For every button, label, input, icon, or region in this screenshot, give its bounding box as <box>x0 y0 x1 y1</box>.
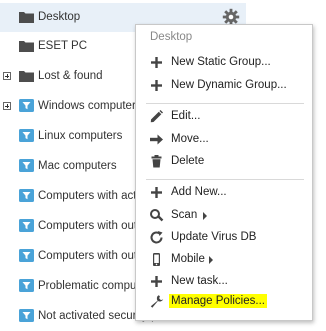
dynamic-group-filter-icon <box>19 309 34 322</box>
dynamic-group-filter-icon <box>19 219 34 232</box>
folder-icon <box>19 71 34 82</box>
menu-item-label: Mobile <box>171 253 205 265</box>
menu-separator <box>146 103 304 104</box>
menu-item-label: Delete <box>171 155 205 167</box>
dynamic-group-filter-icon <box>19 279 34 292</box>
folder-icon <box>19 12 34 23</box>
refresh-icon <box>150 231 163 244</box>
submenu-arrow-icon <box>203 212 207 220</box>
dynamic-group-filter-icon <box>19 249 34 262</box>
magnifier-icon <box>150 209 164 222</box>
plus-icon <box>151 80 162 91</box>
submenu-arrow-icon <box>209 256 213 264</box>
menu-item-label: New Static Group... <box>171 56 271 68</box>
tree-item-label: Linux computers <box>38 130 123 142</box>
tree-item-label: Windows computers <box>38 100 142 112</box>
context-menu: Desktop New Static Group... New Dynamic … <box>135 24 313 321</box>
tree-item-label: Mac computers <box>38 160 117 172</box>
menu-item-edit[interactable]: Edit... <box>136 106 312 128</box>
tree-item-label: Desktop <box>38 11 81 23</box>
menu-item-new-static-group[interactable]: New Static Group... <box>136 52 312 74</box>
mobile-icon <box>153 253 160 266</box>
menu-separator <box>146 179 304 180</box>
plus-icon <box>151 187 162 198</box>
menu-item-update-virus-db[interactable]: Update Virus DB <box>136 227 312 249</box>
menu-title: Desktop <box>150 31 193 43</box>
highlight-marker: Manage Policies... <box>169 294 267 308</box>
plus-icon <box>151 57 162 68</box>
menu-item-label: Edit... <box>171 110 201 122</box>
menu-item-label: Move... <box>171 133 209 145</box>
menu-item-label: Update Virus DB <box>171 231 257 243</box>
menu-item-move[interactable]: Move... <box>136 129 312 151</box>
menu-item-label: Add New... <box>171 186 227 198</box>
trash-icon <box>151 155 162 168</box>
tree-item-label: ESET PC <box>38 40 87 52</box>
menu-item-label: New task... <box>171 275 228 287</box>
tree-item-label: Lost & found <box>38 70 103 82</box>
dynamic-group-filter-icon <box>19 159 34 172</box>
expand-icon[interactable] <box>3 72 11 80</box>
menu-item-new-task[interactable]: New task... <box>136 271 312 293</box>
dynamic-group-filter-icon <box>19 129 34 142</box>
menu-item-manage-policies[interactable]: Manage Policies... <box>136 291 312 313</box>
plus-icon <box>151 276 162 287</box>
menu-item-label: Scan <box>171 209 198 221</box>
menu-item-label: Manage Policies... <box>169 294 267 308</box>
folder-icon <box>19 41 34 52</box>
menu-item-label: New Dynamic Group... <box>171 79 287 91</box>
wrench-icon <box>150 295 164 308</box>
arrow-right-icon <box>150 134 163 145</box>
expand-icon[interactable] <box>3 102 11 110</box>
dynamic-group-filter-icon <box>19 189 34 202</box>
menu-item-scan[interactable]: Scan <box>136 205 312 227</box>
menu-item-new-dynamic-group[interactable]: New Dynamic Group... <box>136 75 312 97</box>
menu-item-mobile[interactable]: Mobile <box>136 249 312 271</box>
dynamic-group-filter-icon <box>19 99 34 112</box>
pencil-icon <box>150 110 163 123</box>
menu-item-add-new[interactable]: Add New... <box>136 182 312 204</box>
menu-item-delete[interactable]: Delete <box>136 151 312 173</box>
